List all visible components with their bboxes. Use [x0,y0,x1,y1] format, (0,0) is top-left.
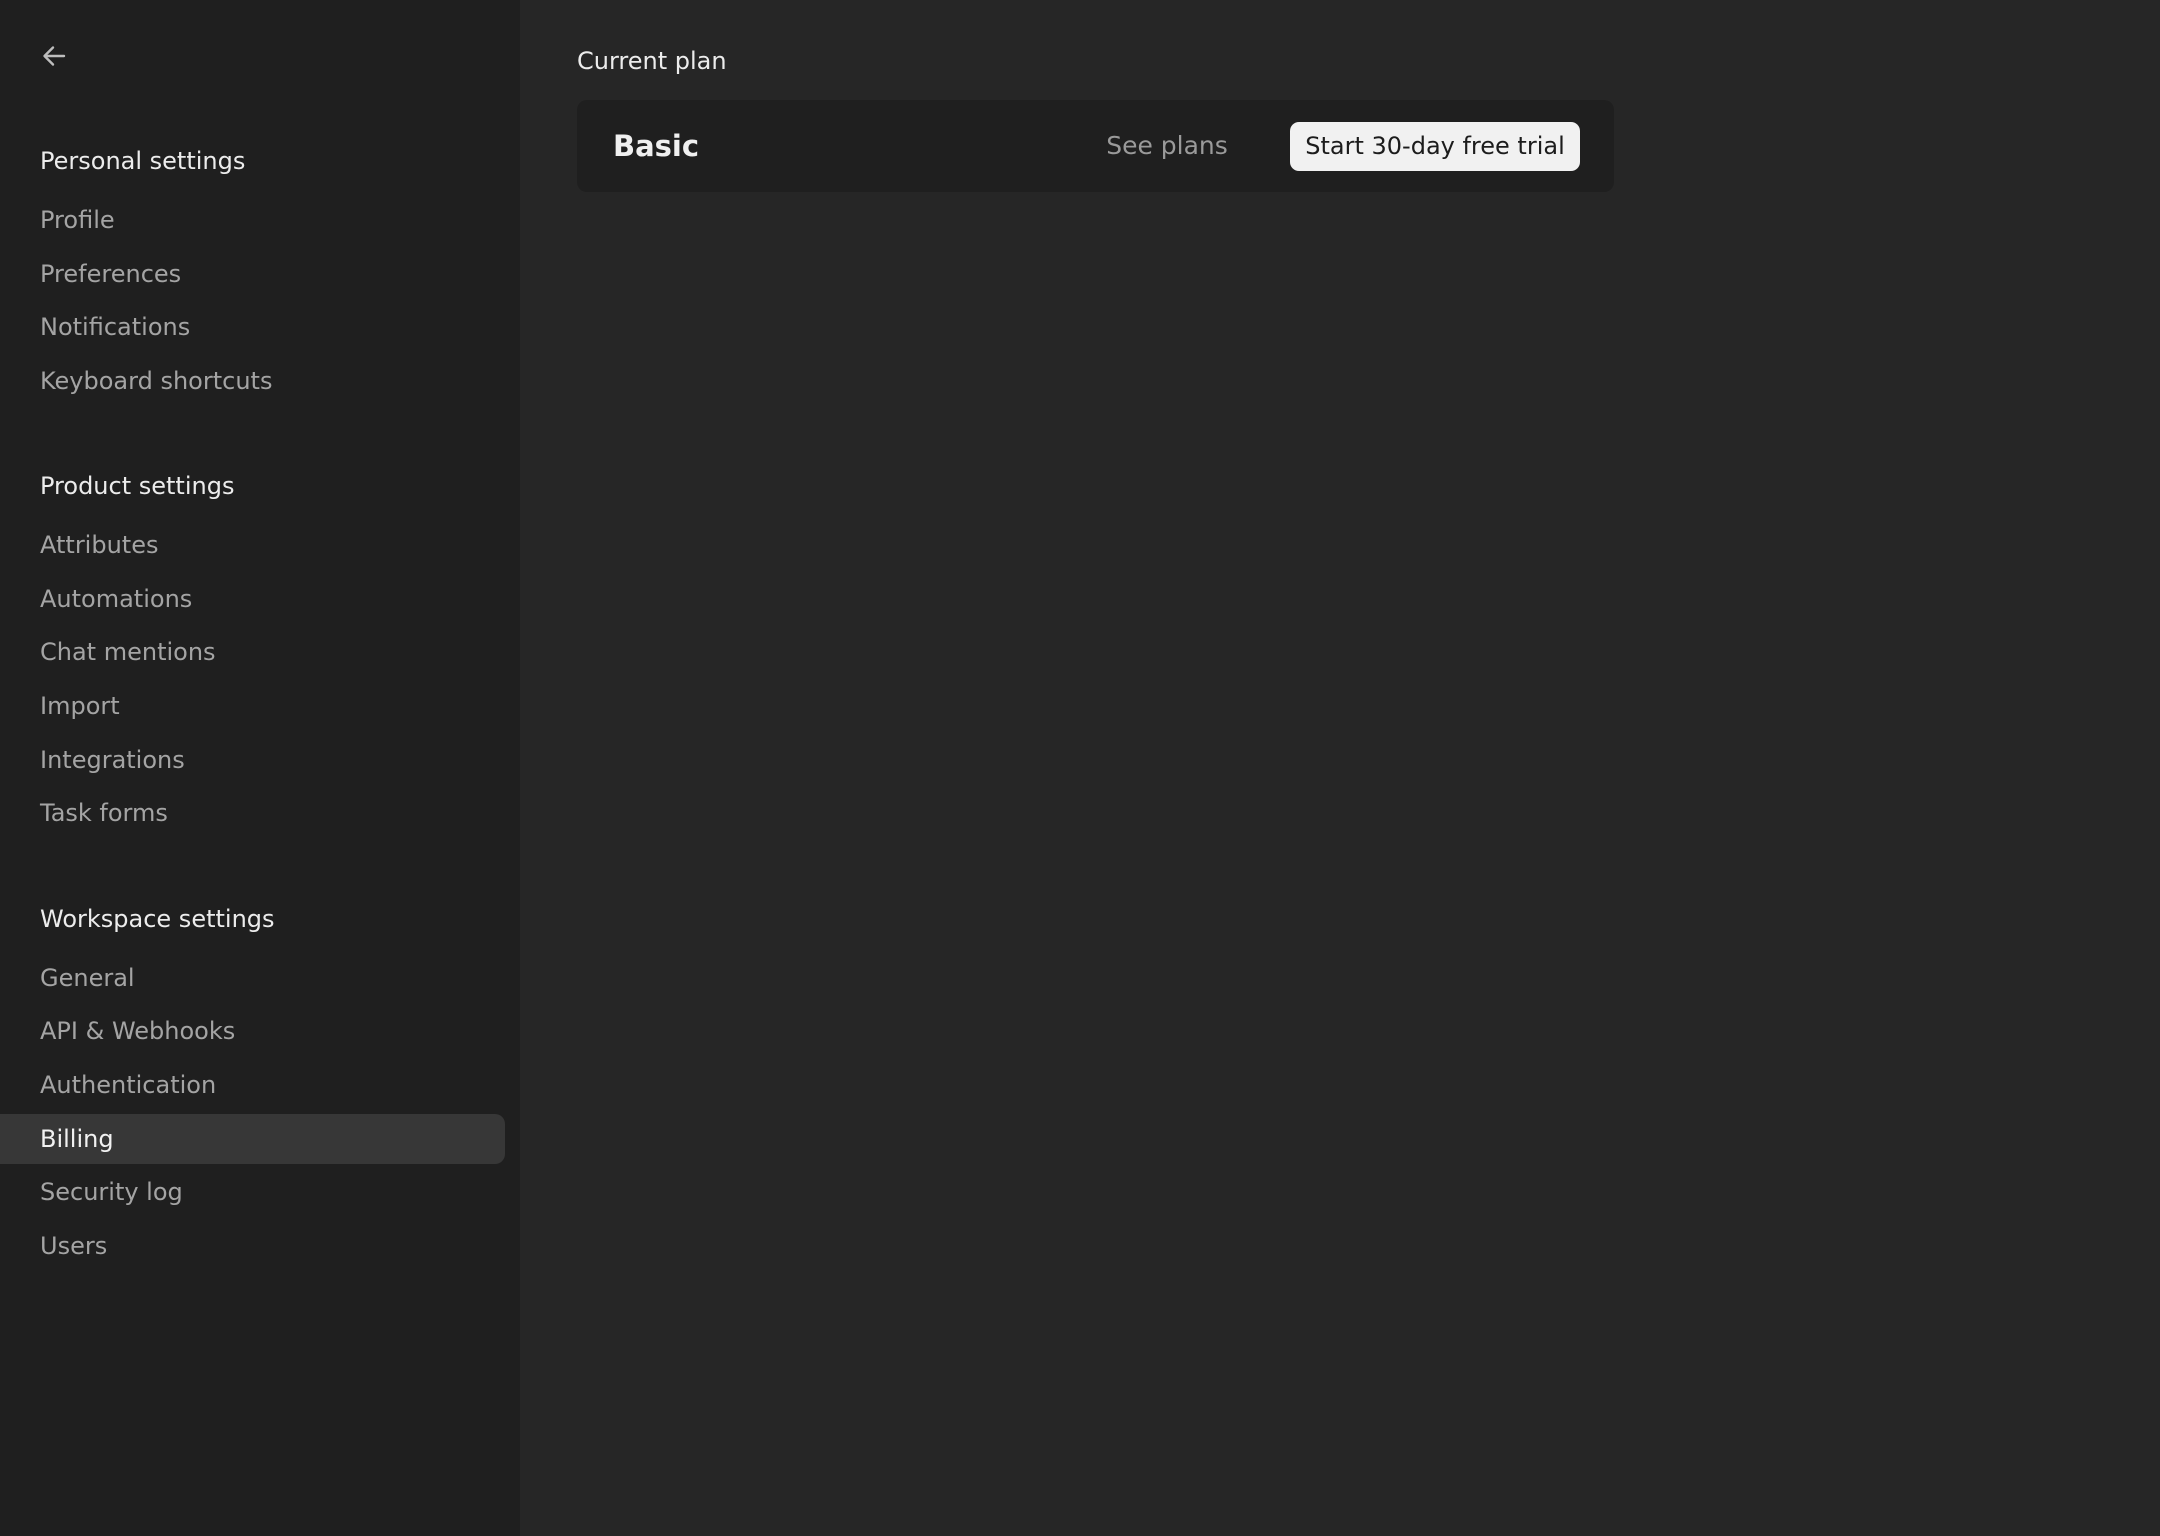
section-heading-personal-settings: Personal settings [40,147,246,175]
sidebar-item-label: Billing [40,1125,114,1153]
sidebar-item-label: Authentication [40,1071,217,1099]
sidebar-item-label: General [40,964,135,992]
see-plans-button[interactable]: See plans [1101,121,1233,171]
sidebar-item-label: Security log [40,1178,183,1206]
sidebar-item-users[interactable]: Users [0,1221,505,1271]
sidebar-item-label: Notifications [40,313,191,341]
sidebar-item-label: Automations [40,585,193,613]
sidebar-item-chat-mentions[interactable]: Chat mentions [0,627,505,677]
sidebar-item-integrations[interactable]: Integrations [0,735,505,785]
sidebar-item-label: Chat mentions [40,638,216,666]
settings-app: Personal settings Profile Preferences No… [0,0,2160,1536]
sidebar-item-keyboard-shortcuts[interactable]: Keyboard shortcuts [0,356,505,406]
settings-sidebar: Personal settings Profile Preferences No… [0,0,520,1536]
sidebar-item-general[interactable]: General [0,953,505,1003]
sidebar-item-task-forms[interactable]: Task forms [0,788,505,838]
start-free-trial-button[interactable]: Start 30-day free trial [1290,122,1580,171]
sidebar-item-attributes[interactable]: Attributes [0,520,505,570]
billing-content: Current plan Basic See plans Start 30-da… [520,0,2160,1536]
sidebar-item-profile[interactable]: Profile [0,195,505,245]
sidebar-item-label: Users [40,1232,108,1260]
sidebar-item-label: Preferences [40,260,182,288]
sidebar-item-label: Keyboard shortcuts [40,367,273,395]
sidebar-item-automations[interactable]: Automations [0,574,505,624]
page-title: Current plan [577,47,727,75]
sidebar-item-notifications[interactable]: Notifications [0,302,505,352]
section-heading-workspace-settings: Workspace settings [40,905,275,933]
sidebar-item-label: Import [40,692,120,720]
sidebar-item-security-log[interactable]: Security log [0,1167,505,1217]
sidebar-item-label: Task forms [40,799,168,827]
sidebar-item-api-webhooks[interactable]: API & Webhooks [0,1006,505,1056]
current-plan-card: Basic See plans Start 30-day free trial [577,100,1614,192]
sidebar-item-label: Attributes [40,531,159,559]
sidebar-item-billing[interactable]: Billing [0,1114,505,1164]
sidebar-item-label: Profile [40,206,115,234]
sidebar-item-authentication[interactable]: Authentication [0,1060,505,1110]
sidebar-item-label: Integrations [40,746,185,774]
sidebar-item-preferences[interactable]: Preferences [0,249,505,299]
section-heading-product-settings: Product settings [40,472,235,500]
sidebar-item-label: API & Webhooks [40,1017,236,1045]
arrow-left-icon [40,42,68,70]
sidebar-item-import[interactable]: Import [0,681,505,731]
plan-name: Basic [613,129,700,163]
back-button[interactable] [36,38,72,74]
